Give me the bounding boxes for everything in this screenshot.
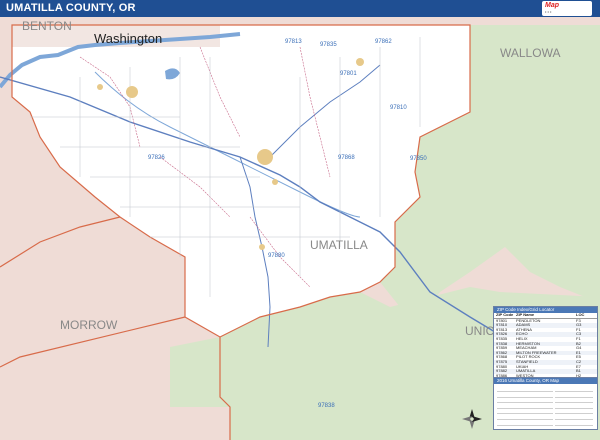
zip-table-body: 97801 PENDLETON F3 97810 ADAMS G3 97813 ATHENA F… [494, 318, 597, 377]
legend-title: 2016 Umatilla County, OR Map [494, 378, 597, 384]
zip-label: 97826 [148, 155, 165, 161]
legend-line-sample [497, 409, 553, 415]
zip-label: 97868 [338, 155, 355, 161]
zip-label: 97835 [320, 42, 337, 48]
legend-symbol-sample [555, 398, 593, 404]
label-benton: BENTON [22, 19, 72, 33]
legend-line-sample [497, 415, 553, 420]
title-bar: UMATILLA COUNTY, OR Map • • • [0, 0, 600, 17]
zip-label: 97850 [410, 156, 427, 162]
legend-symbol-sample [555, 387, 593, 392]
label-umatilla: UMATILLA [310, 238, 368, 252]
legend-symbol-sample [555, 409, 593, 415]
legend-symbol-sample [555, 415, 593, 420]
zip-label: 97801 [340, 71, 357, 77]
legend-line-sample [497, 393, 553, 398]
map-page: UMATILLA COUNTY, OR Map • • • BENTON Was… [0, 0, 600, 440]
legend-line-sample [497, 387, 553, 392]
legend-symbol-sample [555, 404, 593, 409]
col-loc: LOC [576, 312, 585, 317]
legend-symbol-sample [555, 393, 593, 398]
label-morrow: MORROW [60, 318, 118, 332]
legend-line-samples [497, 387, 553, 429]
legend-panel: 2016 Umatilla County, OR Map [493, 377, 598, 430]
legend-symbol-sample [555, 421, 593, 426]
map-title: UMATILLA COUNTY, OR [6, 2, 136, 14]
legend-line-sample [497, 404, 553, 409]
town-mission [272, 179, 278, 185]
col-zip-code: ZIP Code [496, 312, 514, 317]
legend-symbol-samples [555, 387, 593, 429]
legend-symbol-sample [555, 426, 593, 429]
zip-index-panel: ZIP Code Index/Grid Locator ZIP Code ZIP… [493, 306, 598, 378]
logo-subtext: • • • [545, 9, 552, 14]
zip-label: 97813 [285, 39, 302, 45]
label-wallowa: WALLOWA [500, 46, 560, 60]
zip-label: 97880 [268, 253, 285, 259]
zip-label: 97862 [375, 39, 392, 45]
legend-line-sample [497, 421, 553, 426]
legend-line-sample [497, 426, 553, 429]
col-zip-name: ZIP Name [516, 312, 535, 317]
town-milton-freewater [356, 58, 364, 66]
town-pilot-rock [259, 244, 265, 250]
town-pendleton [257, 149, 273, 165]
legend-line-sample [497, 398, 553, 404]
label-washington: Washington [94, 31, 162, 46]
map-publisher-logo: Map • • • [542, 1, 592, 16]
town-umatilla [97, 84, 103, 90]
label-union: UNIC [465, 324, 495, 338]
zip-label: 97838 [318, 403, 335, 409]
town-hermiston [126, 86, 138, 98]
zip-label: 97810 [390, 105, 407, 111]
logo-mark: Map [545, 2, 559, 9]
